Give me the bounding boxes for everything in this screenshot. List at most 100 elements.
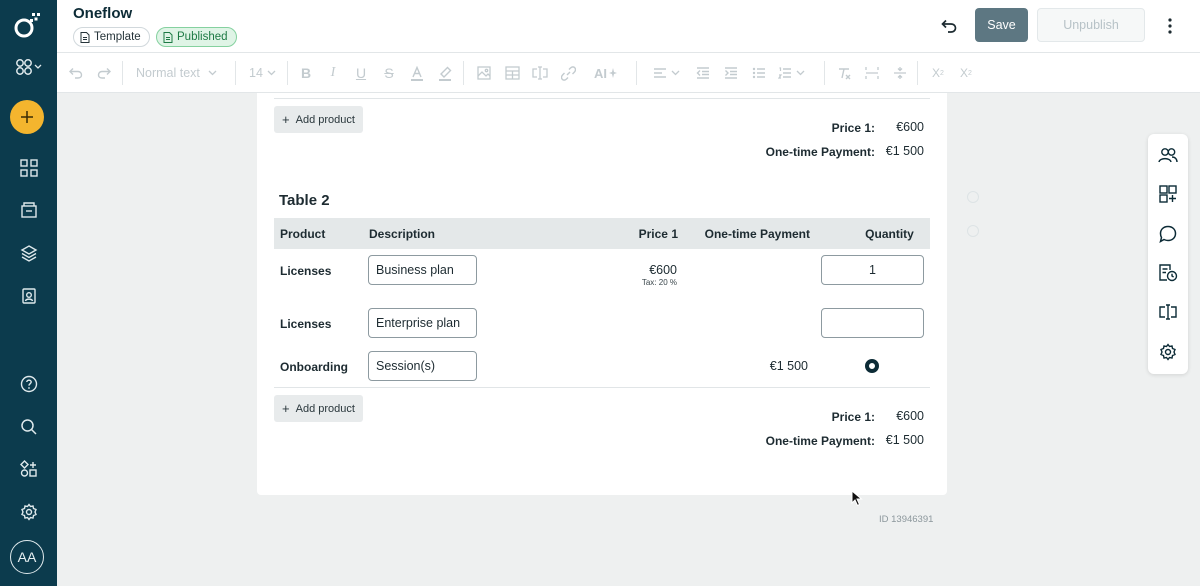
column-header-one-time-payment: One-time Payment — [704, 227, 810, 241]
bold-icon[interactable]: B — [297, 63, 315, 83]
undo-arrow-icon — [941, 19, 957, 33]
document-id: ID 13946391 — [879, 514, 934, 525]
divider — [274, 98, 930, 99]
column-header-price: Price 1 — [638, 227, 678, 241]
document-settings-icon[interactable] — [1156, 340, 1180, 364]
add-product-label: Add product — [295, 402, 355, 415]
templates-icon[interactable] — [0, 238, 57, 268]
font-size-select[interactable]: 14 — [249, 63, 277, 83]
marketplace-icon[interactable] — [0, 454, 57, 484]
toolbar-divider — [122, 61, 123, 85]
redo-icon[interactable] — [95, 63, 113, 83]
unpublish-button[interactable]: Unpublish — [1037, 8, 1145, 42]
payment-summary-value: €1 500 — [885, 433, 924, 447]
undo-icon[interactable] — [67, 63, 85, 83]
indent-icon[interactable] — [722, 63, 740, 83]
toolbar-divider — [463, 61, 464, 85]
save-button[interactable]: Save — [975, 8, 1028, 42]
description-input[interactable]: Session(s) — [368, 351, 477, 381]
price-summary-label: Price 1: — [831, 121, 875, 135]
table-cell-product: Licenses — [280, 317, 332, 331]
chevron-down-icon — [208, 70, 217, 76]
search-icon[interactable] — [0, 412, 57, 442]
sparkle-icon — [609, 68, 617, 78]
workspace-switcher-icon[interactable] — [0, 52, 57, 82]
participants-icon[interactable] — [1156, 143, 1180, 167]
description-input[interactable]: Business plan — [368, 255, 477, 285]
table-cell-product: Onboarding — [280, 360, 348, 374]
payment-summary-value: €1 500 — [885, 144, 924, 158]
status-badge[interactable]: Published — [156, 27, 237, 47]
merge-cells-icon[interactable] — [863, 63, 881, 83]
superscript-icon[interactable]: X2 — [929, 63, 947, 83]
chevron-down-icon — [267, 70, 276, 76]
add-product-button[interactable]: + Add product — [274, 106, 363, 133]
one-time-payment-value: €1 500 — [769, 359, 808, 373]
oneflow-logo-icon[interactable] — [13, 10, 43, 40]
add-section-handle[interactable] — [967, 191, 979, 203]
ai-assist-button[interactable]: AI — [589, 63, 623, 83]
payment-summary-label: One-time Payment: — [765, 145, 875, 159]
data-fields-icon[interactable] — [1156, 300, 1180, 324]
add-product-button[interactable]: + Add product — [274, 395, 363, 422]
contacts-icon[interactable] — [0, 281, 57, 311]
insert-field-icon[interactable] — [531, 63, 549, 83]
font-size-value: 14 — [249, 66, 263, 80]
text-style-select[interactable]: Normal text — [136, 63, 226, 83]
toolbar-divider — [235, 61, 236, 85]
table-icon[interactable] — [503, 63, 521, 83]
image-icon[interactable] — [475, 63, 493, 83]
outdent-icon[interactable] — [694, 63, 712, 83]
split-cells-icon[interactable] — [891, 63, 909, 83]
toolbar-divider — [824, 61, 825, 85]
table-title: Table 2 — [279, 192, 330, 209]
text-color-icon[interactable] — [408, 63, 426, 83]
column-header-product: Product — [280, 227, 326, 241]
user-avatar[interactable]: AA — [10, 540, 44, 574]
add-content-icon[interactable] — [1156, 182, 1180, 206]
payment-summary-label: One-time Payment: — [765, 434, 875, 448]
text-style-value: Normal text — [136, 66, 200, 80]
ai-assist-label: AI — [594, 65, 607, 81]
comments-icon[interactable] — [1156, 222, 1180, 246]
plus-icon: + — [282, 401, 290, 416]
divider — [274, 387, 930, 388]
status-badge-label: Published — [177, 31, 228, 43]
highlight-icon[interactable] — [436, 63, 454, 83]
more-options-icon[interactable] — [1160, 14, 1180, 38]
clear-format-icon[interactable] — [835, 63, 853, 83]
create-new-button[interactable] — [10, 100, 44, 134]
numbered-list-icon — [777, 67, 791, 79]
document-header: Oneflow Template Published Save Unpublis… — [57, 0, 1200, 53]
documents-icon[interactable] — [0, 195, 57, 225]
quantity-input[interactable] — [821, 308, 924, 338]
add-section-handle[interactable] — [967, 225, 979, 237]
dashboard-icon[interactable] — [0, 153, 57, 183]
bullet-list-icon[interactable] — [750, 63, 768, 83]
document-history-icon[interactable] — [1156, 261, 1180, 285]
price-summary-value: €600 — [896, 409, 924, 423]
numbered-list-select[interactable] — [775, 63, 807, 83]
chevron-down-icon — [671, 70, 679, 76]
mouse-pointer-icon — [851, 490, 863, 507]
settings-icon[interactable] — [0, 497, 57, 527]
price-summary-value: €600 — [896, 120, 924, 134]
description-input[interactable]: Enterprise plan — [368, 308, 477, 338]
price-summary-label: Price 1: — [831, 410, 875, 424]
subscript-icon[interactable]: X2 — [957, 63, 975, 83]
strikethrough-icon[interactable]: S — [380, 63, 398, 83]
align-select[interactable] — [650, 63, 682, 83]
document-icon — [163, 31, 173, 43]
italic-icon[interactable]: I — [324, 63, 342, 83]
tax-note: Tax: 20 % — [641, 278, 677, 287]
undo-changes-button[interactable] — [937, 14, 961, 38]
template-badge[interactable]: Template — [73, 27, 150, 47]
underline-icon[interactable]: U — [352, 63, 370, 83]
document-page: + Add product Price 1: €600 One-time Pay… — [257, 93, 947, 495]
help-icon[interactable] — [0, 369, 57, 399]
table-cell-product: Licenses — [280, 264, 332, 278]
link-icon[interactable] — [559, 63, 577, 83]
quantity-radio-selected[interactable] — [865, 359, 879, 373]
plus-icon: + — [282, 112, 290, 127]
quantity-input[interactable]: 1 — [821, 255, 924, 285]
